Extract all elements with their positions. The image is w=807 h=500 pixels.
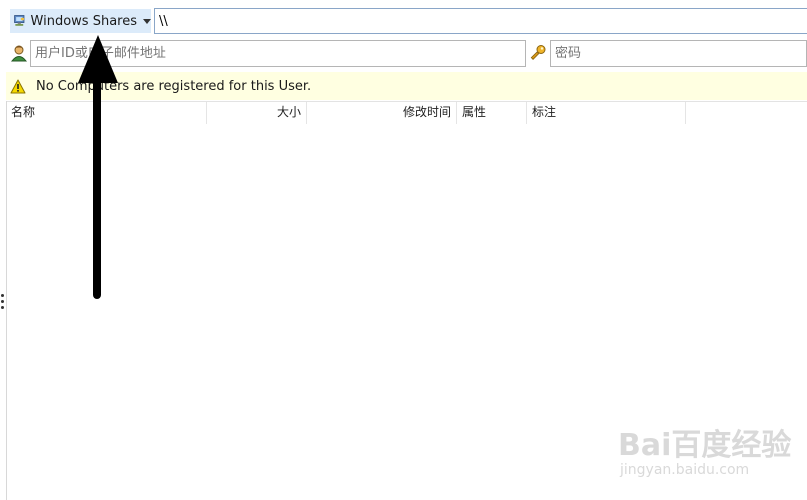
protocol-label: Windows Shares [30, 13, 137, 29]
notice-message: No Computers are registered for this Use… [36, 78, 312, 94]
grip-dot [1, 300, 4, 303]
panel-left-border [6, 101, 7, 500]
app-window: Windows Shares No Computers are register… [0, 0, 807, 500]
column-header-notes[interactable]: 标注 [527, 102, 686, 124]
password-input[interactable] [550, 40, 807, 67]
network-computer-icon [14, 15, 25, 26]
panel-splitter-handle[interactable] [0, 291, 5, 313]
protocol-dropdown-button[interactable]: Windows Shares [10, 9, 151, 33]
column-header-name[interactable]: 名称 [6, 102, 207, 124]
key-icon [530, 45, 546, 60]
notice-bar: No Computers are registered for this Use… [6, 72, 807, 100]
grip-dot [1, 294, 4, 297]
column-header-size[interactable]: 大小 [207, 102, 307, 124]
grip-dot [1, 306, 4, 309]
chevron-down-icon [143, 18, 151, 24]
user-id-input[interactable] [30, 40, 526, 67]
column-header-attributes[interactable]: 属性 [457, 102, 527, 124]
path-bar: Windows Shares [8, 8, 807, 34]
warning-icon [10, 79, 26, 93]
file-list[interactable]: 名称 大小 修改时间 属性 标注 [6, 101, 807, 500]
file-list-header: 名称 大小 修改时间 属性 标注 [6, 102, 807, 124]
column-header-modified[interactable]: 修改时间 [307, 102, 457, 124]
path-input[interactable] [154, 8, 807, 34]
user-icon [10, 45, 28, 62]
credentials-bar [8, 40, 807, 67]
